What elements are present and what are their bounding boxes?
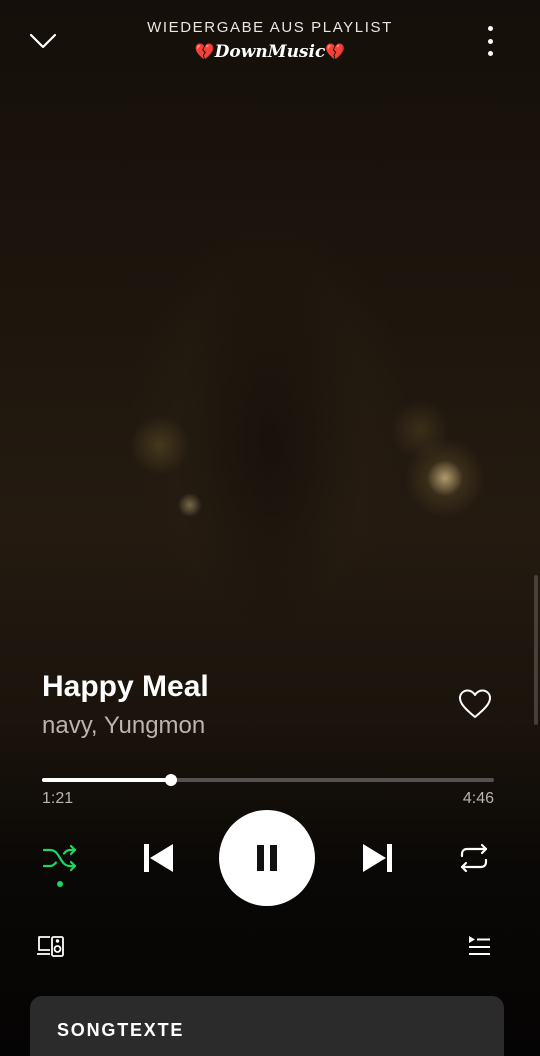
more-vertical-icon[interactable] <box>478 24 502 58</box>
scroll-indicator <box>534 575 538 725</box>
shuffle-icon[interactable] <box>40 842 80 874</box>
progress-slider[interactable] <box>42 774 494 786</box>
repeat-icon[interactable] <box>454 842 494 874</box>
queue-icon[interactable] <box>466 934 494 962</box>
playlist-name-text: DownMusic <box>214 42 326 62</box>
total-time: 4:46 <box>462 790 494 807</box>
skip-next-icon[interactable] <box>358 838 398 878</box>
devices-icon[interactable] <box>36 934 68 962</box>
shuffle-active-indicator <box>57 881 63 887</box>
bottom-actions <box>0 930 540 970</box>
progress-fill <box>42 778 172 782</box>
track-artists[interactable]: navy, Yungmon <box>42 710 442 742</box>
track-title[interactable]: Happy Meal <box>42 668 442 706</box>
broken-heart-icon: 💔 <box>194 42 215 61</box>
broken-heart-icon: 💔 <box>325 42 346 61</box>
heart-icon[interactable] <box>456 686 494 722</box>
chevron-down-icon[interactable] <box>26 28 60 54</box>
track-info: Happy Meal navy, Yungmon <box>42 668 442 742</box>
lyrics-title: SONGTEXTE <box>57 1020 185 1040</box>
playback-controls <box>0 808 540 908</box>
playback-context[interactable]: WIEDERGABE AUS PLAYLIST 💔DownMusic💔 <box>90 18 450 64</box>
pause-icon <box>257 845 277 871</box>
progress-knob[interactable] <box>165 774 178 786</box>
lyrics-card[interactable]: SONGTEXTE <box>30 996 504 1056</box>
album-art-figure <box>140 180 400 740</box>
context-label: WIEDERGABE AUS PLAYLIST <box>147 19 393 36</box>
pause-button[interactable] <box>219 810 315 906</box>
playlist-name: 💔DownMusic💔 <box>90 40 450 64</box>
now-playing-header: WIEDERGABE AUS PLAYLIST 💔DownMusic💔 <box>0 0 540 80</box>
skip-previous-icon[interactable] <box>138 838 178 878</box>
elapsed-time: 1:21 <box>42 790 74 807</box>
